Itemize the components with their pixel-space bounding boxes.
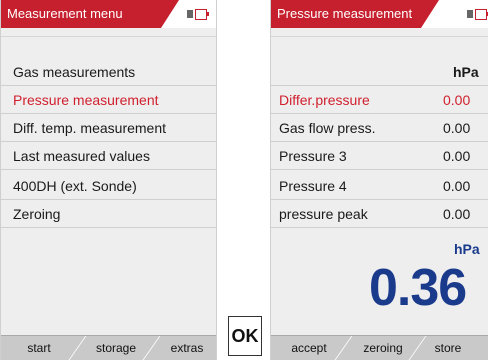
measurement-menu-screen: Measurement menu Gas measurements Pressu… <box>0 0 217 360</box>
softkey-store[interactable]: store <box>423 336 473 360</box>
meas-label: pressure peak <box>279 206 368 222</box>
menu-item-400dh-ext-sonde[interactable]: 400DH (ext. Sonde) <box>1 172 216 200</box>
meas-row-pressure-4[interactable]: Pressure 4 0.00 <box>271 172 488 200</box>
meas-value: 0.00 <box>443 120 471 136</box>
title-bar-slant <box>421 0 439 28</box>
meas-value: 0.00 <box>443 206 471 222</box>
softkey-start[interactable]: start <box>9 336 69 360</box>
pressure-measurement-screen: Pressure measurement hPa Differ.pressure… <box>270 0 488 360</box>
menu-item-last-measured-values[interactable]: Last measured values <box>1 142 216 170</box>
meas-label: Pressure 4 <box>279 178 347 194</box>
meas-row-pressure-peak[interactable]: pressure peak 0.00 <box>271 200 488 228</box>
meas-row-differ-pressure[interactable]: Differ.pressure 0.00 <box>271 86 488 114</box>
title-bar: Pressure measurement <box>271 0 488 28</box>
unit-header: hPa <box>453 64 479 80</box>
ok-button[interactable]: OK <box>228 316 262 356</box>
title-bar-slant <box>161 0 179 28</box>
menu-item-zeroing[interactable]: Zeroing <box>1 200 216 228</box>
meas-label: Gas flow press. <box>279 120 376 136</box>
softkey-accept[interactable]: accept <box>279 336 339 360</box>
screen-title: Pressure measurement <box>271 0 421 28</box>
softkey-bar: accept zeroing store <box>271 335 488 360</box>
softkey-bar: start storage extras <box>1 335 216 360</box>
big-pressure-value: 0.36 <box>369 259 467 317</box>
meas-value: 0.00 <box>443 148 471 164</box>
meas-value: 0.00 <box>443 178 471 194</box>
softkey-extras[interactable]: extras <box>159 336 215 360</box>
header-divider <box>1 36 216 37</box>
softkey-storage[interactable]: storage <box>83 336 149 360</box>
big-value-unit: hPa <box>454 241 480 257</box>
battery-icon <box>187 9 209 20</box>
battery-icon <box>467 9 488 20</box>
unit-header-row: hPa <box>271 58 488 86</box>
meas-label: Differ.pressure <box>279 92 370 108</box>
softkey-zeroing[interactable]: zeroing <box>351 336 415 360</box>
menu-item-diff-temp-measurement[interactable]: Diff. temp. measurement <box>1 114 216 142</box>
meas-value: 0.00 <box>443 92 471 108</box>
menu-item-gas-measurements[interactable]: Gas measurements <box>1 58 216 86</box>
screen-title: Measurement menu <box>1 0 161 28</box>
menu-item-pressure-measurement[interactable]: Pressure measurement <box>1 86 216 114</box>
meas-label: Pressure 3 <box>279 148 347 164</box>
header-divider <box>271 36 488 37</box>
meas-row-gas-flow-press[interactable]: Gas flow press. 0.00 <box>271 114 488 142</box>
title-bar: Measurement menu <box>1 0 216 28</box>
meas-row-pressure-3[interactable]: Pressure 3 0.00 <box>271 142 488 170</box>
